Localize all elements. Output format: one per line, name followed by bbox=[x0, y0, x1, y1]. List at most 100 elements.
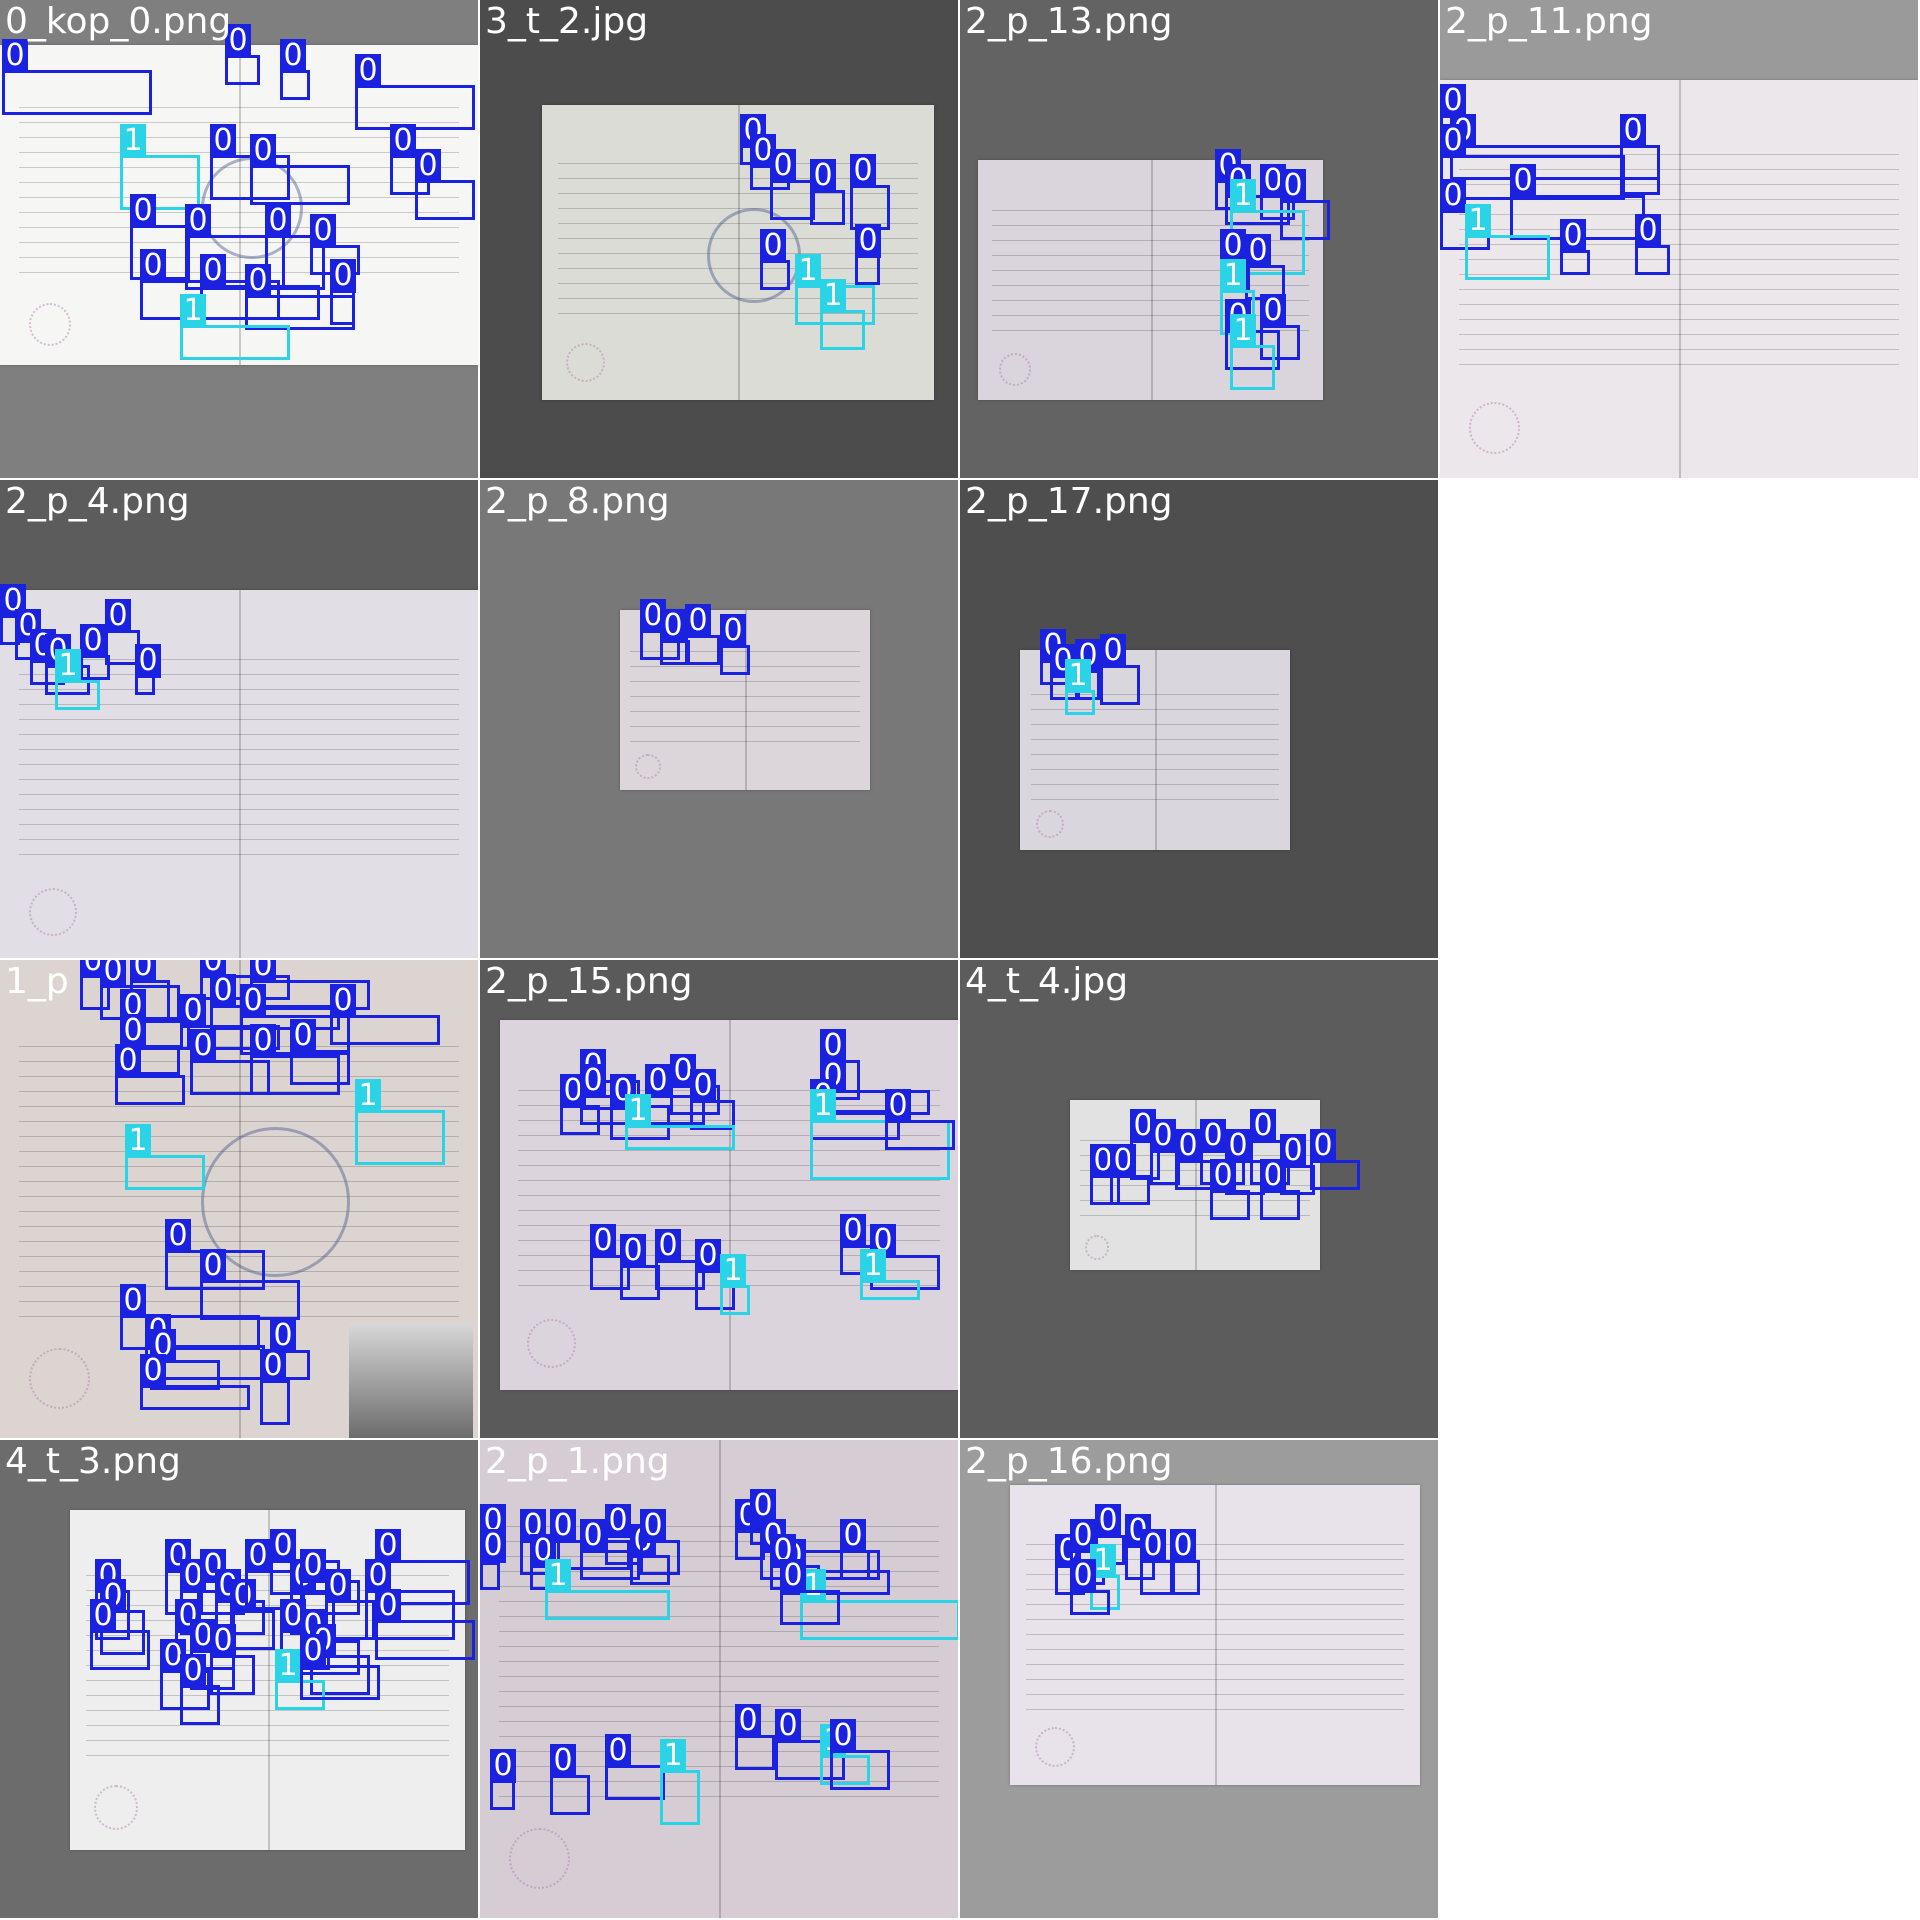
class-id-label: 1 bbox=[120, 124, 146, 158]
text-detection-box: 0 bbox=[1560, 219, 1590, 275]
class-id-label: 0 bbox=[300, 1634, 326, 1668]
text-detection-box: 0 bbox=[1210, 1159, 1250, 1220]
class-id-label: 0 bbox=[130, 194, 156, 228]
class-id-label: 0 bbox=[310, 214, 336, 248]
text-detection-box: 0 bbox=[685, 604, 720, 665]
class-id-label: 0 bbox=[260, 1349, 286, 1383]
text-detection-box: 0 bbox=[1170, 1529, 1200, 1595]
text-detection-box: 0 bbox=[550, 1744, 590, 1815]
mosaic-tile: 0 0 0 0 1 0 0 0 0 0 0 0 0 0 0 0 0 1 0_kop_0.png bbox=[0, 0, 478, 478]
text-detection-box: 0 bbox=[190, 1029, 270, 1095]
mosaic-tile: 0 0 0 0 0 0 1 0 2_p_16.png bbox=[960, 1440, 1438, 1918]
tile-filename-label: 2_p_17.png bbox=[965, 481, 1173, 522]
signature-detection-box: 1 bbox=[55, 649, 100, 710]
rosette-ornament bbox=[527, 1319, 576, 1368]
text-detection-box: 0 bbox=[1620, 114, 1660, 195]
class-id-label: 0 bbox=[1280, 169, 1306, 203]
text-detection-box: 0 bbox=[90, 1599, 150, 1670]
class-id-label: 0 bbox=[640, 1509, 666, 1543]
signature-detection-box: 1 bbox=[180, 294, 290, 360]
class-id-label: 0 bbox=[190, 1029, 216, 1063]
class-id-label: 0 bbox=[690, 1069, 716, 1103]
text-detection-box: 0 bbox=[180, 1654, 220, 1725]
class-id-label: 0 bbox=[830, 1719, 856, 1753]
text-detection-box: 0 bbox=[330, 259, 356, 325]
class-id-label: 0 bbox=[280, 39, 306, 73]
class-id-label: 0 bbox=[770, 149, 796, 183]
class-id-label: 0 bbox=[130, 960, 156, 983]
class-id-label: 0 bbox=[775, 1709, 801, 1743]
class-id-label: 0 bbox=[210, 1624, 236, 1658]
text-detection-box: 0 bbox=[840, 1519, 880, 1580]
class-id-label: 0 bbox=[1620, 114, 1646, 148]
mosaic-tile: 000000000000000000000000104_t_3.png bbox=[0, 1440, 478, 1918]
rosette-ornament bbox=[28, 1347, 91, 1410]
tile-filename-label: 4_t_3.png bbox=[5, 1441, 181, 1482]
class-id-label: 0 bbox=[720, 614, 746, 648]
tile-filename-label: 3_t_2.jpg bbox=[485, 1, 649, 42]
rosette-ornament bbox=[1036, 810, 1065, 838]
class-id-label: 1 bbox=[1065, 659, 1091, 693]
rosette-ornament bbox=[1085, 1235, 1110, 1260]
class-id-label: 0 bbox=[270, 1529, 296, 1563]
text-detection-box: 0 bbox=[810, 159, 845, 225]
tile-filename-label: 4_t_4.jpg bbox=[965, 961, 1129, 1002]
class-id-label: 1 bbox=[275, 1649, 301, 1683]
class-id-label: 0 bbox=[90, 1599, 116, 1633]
tile-filename-label: 2_p_4.png bbox=[5, 481, 190, 522]
text-detection-box: 0 bbox=[885, 1089, 955, 1150]
class-id-label: 1 bbox=[660, 1739, 686, 1773]
class-id-label: 0 bbox=[415, 149, 441, 183]
class-id-label: 0 bbox=[580, 1064, 606, 1098]
signature-detection-box: 1 bbox=[1465, 204, 1550, 280]
class-id-label: 0 bbox=[620, 1234, 646, 1268]
mosaic-tile: 000000012_p_4.png bbox=[0, 480, 478, 958]
class-id-label: 0 bbox=[80, 624, 106, 658]
class-id-label: 1 bbox=[355, 1079, 381, 1113]
mosaic-tile: 0 0 0 0 0 0 1 0 1 3_t_2.jpg bbox=[480, 0, 958, 478]
class-id-label: 0 bbox=[840, 1214, 866, 1248]
class-id-label: 0 bbox=[250, 134, 276, 168]
text-detection-box: 0 bbox=[2, 39, 152, 115]
rosette-ornament bbox=[93, 1784, 139, 1830]
class-id-label: 1 bbox=[820, 279, 846, 313]
mosaic-tile: 0 0 0 0 2_p_8.png bbox=[480, 480, 958, 958]
text-detection-box: 0 bbox=[855, 224, 881, 285]
signature-detection-box: 1 bbox=[125, 1124, 205, 1190]
class-id-label: 0 bbox=[390, 124, 416, 158]
class-id-label: 0 bbox=[120, 1284, 146, 1318]
class-id-label: 0 bbox=[1070, 1559, 1096, 1593]
class-id-label: 0 bbox=[1175, 1129, 1201, 1163]
class-id-label: 0 bbox=[580, 1519, 606, 1553]
text-detection-box: 0 bbox=[1100, 634, 1140, 705]
class-id-label: 0 bbox=[840, 1519, 866, 1553]
text-detection-box: 0 bbox=[1070, 1559, 1110, 1615]
text-detection-box: 0 bbox=[760, 229, 790, 290]
portrait-photo bbox=[348, 1323, 474, 1438]
class-id-label: 1 bbox=[795, 254, 821, 288]
tile-filename-label: 2_p_13.png bbox=[965, 1, 1173, 42]
text-detection-box: 0 bbox=[770, 149, 815, 220]
rosette-ornament bbox=[1034, 1727, 1075, 1767]
class-id-label: 0 bbox=[1100, 634, 1126, 668]
signature-detection-box: 1 bbox=[660, 1739, 700, 1825]
class-id-label: 0 bbox=[300, 1549, 326, 1583]
class-id-label: 0 bbox=[885, 1089, 911, 1123]
class-id-label: 0 bbox=[550, 1509, 576, 1543]
rosette-ornament bbox=[1468, 402, 1521, 455]
class-id-label: 0 bbox=[605, 1504, 631, 1538]
class-id-label: 0 bbox=[1440, 179, 1466, 213]
class-id-label: 0 bbox=[330, 984, 356, 1018]
mosaic-tile: 000010010012_p_13.png bbox=[960, 0, 1438, 478]
class-id-label: 0 bbox=[590, 1224, 616, 1258]
rosette-ornament bbox=[998, 352, 1032, 386]
rosette-ornament bbox=[508, 1827, 571, 1890]
tile-filename-label: 2_p_16.png bbox=[965, 1441, 1173, 1482]
text-detection-box: 0 bbox=[620, 1234, 660, 1300]
class-id-label: 0 bbox=[1140, 1529, 1166, 1563]
mosaic-tile: 0000000100010000010012_p_15.png bbox=[480, 960, 958, 1438]
class-id-label: 0 bbox=[760, 229, 786, 263]
signature-detection-box: 1 bbox=[355, 1079, 445, 1165]
class-id-label: 0 bbox=[135, 644, 161, 678]
tile-filename-label: 1_p bbox=[5, 961, 69, 1002]
